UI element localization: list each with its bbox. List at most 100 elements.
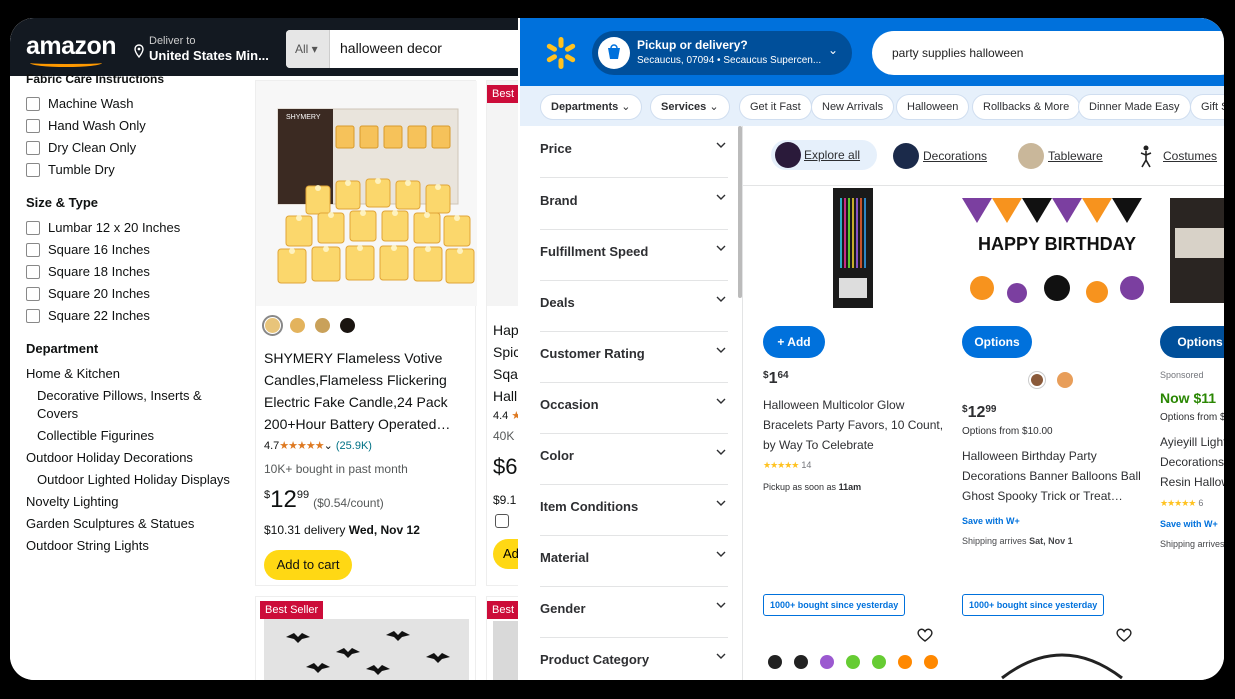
amazon-product-card-partial[interactable]: Best Hap Spic Sqa Hall 4.4 ★ 40K $6 $9.1 Ad [486,80,518,586]
walmart-filter-sidebar: Price Brand Fulfillment Speed Deals Cust… [520,126,742,680]
amazon-product-card[interactable]: SHYMERY SHYMERY Flameless Votive Candles… [255,80,477,586]
walmart-product-card[interactable]: HAPPY BIRTHDAY Options $1299 Options fro… [962,188,1152,568]
chevron-down-icon: ⌄ [323,440,336,452]
add-to-cart-button[interactable]: Add to cart [264,550,352,580]
size-type-heading: Size & Type [26,195,99,210]
dept-novelty-lighting[interactable]: Novelty Lighting [26,494,119,509]
walmart-product-card[interactable]: + Add $164 Halloween Multicolor Glow Bra… [763,188,953,568]
resin-decor-image[interactable] [1160,188,1224,313]
cat-costumes[interactable]: Costumes [1133,142,1224,172]
box-brand: SHYMERY [286,114,321,121]
walmart-search-bar[interactable]: party supplies halloween [872,31,1224,75]
explore-all-icon [775,142,801,168]
bought-count: 10K+ bought in past month [264,462,408,476]
partial-product-image[interactable] [487,81,518,306]
screenshot-frame: amazon Deliver to United States Min... A… [10,18,1224,680]
partial-add-button[interactable]: Ad [493,539,518,569]
filter-occasion[interactable]: Occasion [540,382,728,434]
search-category-dropdown[interactable]: All ▾ [286,30,330,68]
dept-decorative-pillows-cont[interactable]: Covers [37,406,78,421]
cat-decorations[interactable]: Decorations [893,142,993,172]
cat-explore-all[interactable]: Explore all [771,140,877,170]
star-rating-icon: ★★★★★ [279,440,324,452]
filter-material[interactable]: Material [540,535,728,587]
nav-new-arrivals[interactable]: New Arrivals [811,94,895,120]
options-button[interactable]: Options [962,326,1032,358]
product-image-candles[interactable]: SHYMERY [256,81,477,306]
filter-deals[interactable]: Deals [540,280,728,332]
nav-halloween[interactable]: Halloween [896,94,970,120]
product-name[interactable]: Halloween Birthday Party Decorations Ban… [962,446,1147,506]
deliver-label: Deliver to [149,35,196,47]
delivery-icon [598,37,630,69]
product-price: $1299 [962,404,997,421]
filter-gender[interactable]: Gender [540,586,728,638]
birthday-banner-image[interactable]: HAPPY BIRTHDAY [962,188,1152,313]
pickup-title: Pickup or delivery? [637,38,748,52]
bought-since-badge: 1000+ bought since yesterday [763,594,906,616]
dept-garden-sculptures[interactable]: Garden Sculptures & Statues [26,516,194,531]
dept-outdoor-lighted[interactable]: Outdoor Lighted Holiday Displays [37,472,230,487]
dept-outdoor-holiday[interactable]: Outdoor Holiday Decorations [26,450,193,465]
dept-outdoor-string-lights[interactable]: Outdoor String Lights [26,538,149,553]
product-title[interactable]: SHYMERY Flameless Votive Candles,Flamele… [264,347,469,435]
star-rating-icon: ★★★★★ 6 [1160,498,1204,508]
product-name[interactable]: Halloween Multicolor Glow Bracelets Part… [763,395,948,455]
chevron-down-icon [716,653,726,659]
amazon-product-card-bottom[interactable]: Best Seller [255,596,476,680]
swatch-4[interactable] [340,318,355,333]
product-rating[interactable]: 4.7★★★★★⌄ (25.9K) [264,439,372,452]
filter-product-category[interactable]: Product Category [540,637,728,680]
amazon-search-bar[interactable]: All ▾ halloween decor [286,30,518,68]
chevron-down-icon [716,245,726,251]
location-pin-icon [134,44,144,58]
nav-dinner-made-easy[interactable]: Dinner Made Easy [1078,94,1191,120]
filter-fulfillment-speed[interactable]: Fulfillment Speed [540,229,728,281]
filter-customer-rating[interactable]: Customer Rating [540,331,728,383]
swatch-3[interactable] [315,318,330,333]
nav-rollbacks[interactable]: Rollbacks & More [972,94,1081,120]
glow-bracelets-image[interactable] [763,188,953,313]
nav-gift-shop[interactable]: Gift Sh [1190,94,1224,120]
nav-get-it-fast[interactable]: Get it Fast [739,94,812,120]
search-input[interactable]: halloween decor [340,40,442,56]
options-button[interactable]: Options [1160,326,1224,358]
product-name[interactable]: Ayieyill Light Decorations Resin Hallow [1160,432,1224,492]
walmart-spark-logo[interactable] [544,36,578,70]
nav-services[interactable]: Services ⌄ [650,94,730,120]
save-with-wplus: Save with W+ [962,516,1020,526]
amazon-product-card-bottom-partial[interactable]: Best [486,596,518,680]
filter-color[interactable]: Color [540,433,728,485]
add-button[interactable]: + Add [763,326,825,358]
variant-swatch-1[interactable] [1028,371,1046,389]
options-from: Options from $ [1160,412,1224,423]
filter-item-conditions[interactable]: Item Conditions [540,484,728,536]
dept-collectible-figurines[interactable]: Collectible Figurines [37,428,154,443]
spider-rings-image[interactable] [763,640,953,680]
variant-swatch-2[interactable] [1057,372,1073,388]
dept-decorative-pillows[interactable]: Decorative Pillows, Inserts & [37,388,202,403]
dept-home-kitchen[interactable]: Home & Kitchen [26,366,120,381]
cauldron-image[interactable] [992,640,1132,680]
amazon-logo[interactable]: amazon [26,32,117,67]
shipping-info: Shipping arrives Sat, Nov 1 [962,536,1073,546]
best-seller-badge: Best [487,601,518,619]
walmart-panel: Pickup or delivery? Secaucus, 07094 • Se… [518,18,1224,680]
walmart-product-card-partial[interactable]: Options Sponsored Now $11 Options from $… [1160,188,1224,568]
filter-price[interactable]: Price [540,126,728,178]
partial-price: $6 [493,454,518,479]
swatch-1[interactable] [262,315,283,336]
pickup-delivery-selector[interactable]: Pickup or delivery? Secaucus, 07094 • Se… [592,31,852,75]
partial-title[interactable]: Hap Spic Sqa Hall [493,319,518,407]
department-heading: Department [26,341,99,356]
best-seller-badge: Best [487,85,518,103]
cat-tableware[interactable]: Tableware [1018,142,1108,172]
store-icon [495,514,509,528]
swatch-2[interactable] [290,318,305,333]
fabric-care-heading: Fabric Care Instructions [26,72,165,86]
divider [742,126,743,680]
search-input[interactable]: party supplies halloween [892,46,1023,60]
amazon-header: amazon Deliver to United States Min... A… [10,18,518,76]
nav-departments[interactable]: Departments ⌄ [540,94,642,120]
filter-brand[interactable]: Brand [540,178,728,230]
